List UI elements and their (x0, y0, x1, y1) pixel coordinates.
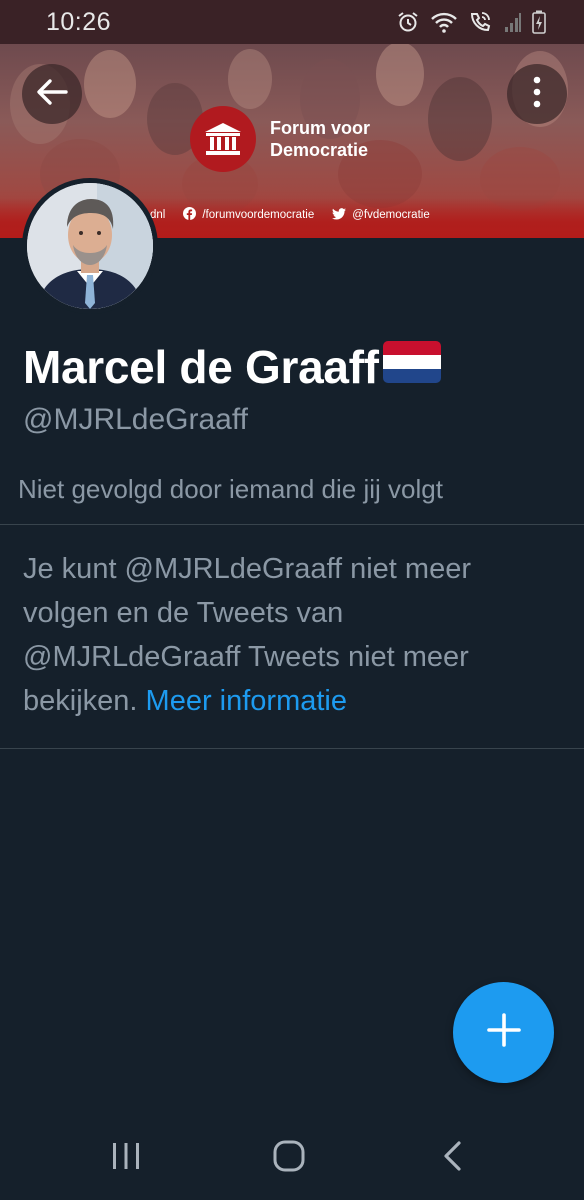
social-twitter: @fvdemocratie (332, 207, 430, 223)
follow-context: Niet gevolgd door iemand die jij volgt (18, 474, 443, 504)
back-icon (441, 1140, 463, 1177)
avatar-image (27, 183, 153, 309)
fvd-logo: Forum voor Democratie (190, 106, 370, 172)
org-name: Forum voor Democratie (270, 117, 370, 161)
signal-icon (504, 11, 522, 33)
avatar[interactable] (22, 178, 158, 314)
status-bar: 10:26 (0, 0, 584, 44)
divider (0, 524, 584, 525)
status-time: 10:26 (46, 7, 112, 36)
org-name-line1: Forum voor (270, 118, 371, 138)
blocked-notice: Je kunt @MJRLdeGraaff niet meer volgen e… (23, 547, 533, 723)
status-icons (396, 10, 546, 34)
recents-button[interactable] (96, 1138, 156, 1178)
more-info-link[interactable]: Meer informatie (146, 685, 347, 717)
org-name-line2: Democratie (270, 140, 369, 160)
home-button[interactable] (259, 1138, 319, 1178)
arrow-left-icon (36, 78, 68, 111)
display-name-row: Marcel de Graaff (23, 340, 441, 394)
netherlands-flag-icon (382, 340, 441, 394)
back-button[interactable] (22, 64, 82, 124)
twitter-icon (332, 207, 347, 223)
alarm-icon (396, 10, 420, 34)
home-icon (272, 1139, 306, 1178)
social-facebook-label: /forumvoordemocratie (202, 209, 315, 221)
facebook-icon (183, 207, 197, 223)
social-links: dnl /forumvoordemocratie @fvdemocratie (150, 207, 448, 223)
wifi-calling-icon (468, 10, 494, 34)
system-nav-bar (0, 1118, 584, 1200)
display-name: Marcel de Graaff (23, 341, 379, 393)
nav-back-button[interactable] (422, 1138, 482, 1178)
social-twitter-label: @fvdemocratie (352, 209, 430, 221)
compose-tweet-button[interactable] (453, 982, 554, 1083)
more-options-button[interactable] (507, 64, 567, 124)
social-facebook: /forumvoordemocratie (183, 207, 314, 223)
more-vertical-icon (533, 76, 541, 113)
profile-screen: 10:26 Forum voor Democratie dnl /forumvo… (0, 0, 584, 1200)
plus-icon (486, 1012, 522, 1053)
divider (0, 748, 584, 749)
building-icon (190, 106, 256, 172)
user-handle: @MJRLdeGraaff (23, 403, 248, 436)
battery-charging-icon (532, 10, 546, 34)
wifi-icon (430, 10, 458, 34)
recents-icon (110, 1141, 142, 1176)
